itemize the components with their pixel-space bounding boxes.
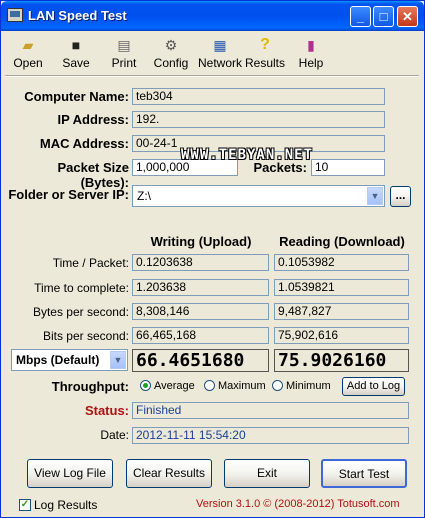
- toolbar-separator: [5, 75, 419, 77]
- reading-header: Reading (Download): [279, 234, 405, 249]
- date-label: Date:: [100, 428, 129, 442]
- title-bar[interactable]: LAN Speed Test _ □ ✕: [1, 1, 424, 31]
- radio-unselected-icon: [272, 380, 283, 391]
- status-field: Finished: [132, 402, 409, 419]
- read-time-to-complete: 1.0539821: [274, 279, 409, 296]
- bits-per-second-label: Bits per second:: [42, 329, 129, 343]
- toolbar-config-label: Config: [153, 56, 189, 70]
- maximize-button[interactable]: □: [373, 6, 394, 27]
- time-to-complete-label: Time to complete:: [34, 281, 129, 295]
- date-field: 2012-11-11 15:54:20: [132, 427, 409, 444]
- help-book-icon: ▮: [307, 37, 315, 53]
- toolbar-open-label: Open: [13, 56, 43, 70]
- log-results-checkbox[interactable]: ✓: [19, 499, 31, 511]
- read-bytes-per-second: 9,487,827: [274, 303, 409, 320]
- read-speed-result: 75.9026160: [274, 349, 409, 372]
- app-window: LAN Speed Test _ □ ✕ ▰ Open ■ Save ▤ Pri…: [0, 0, 425, 518]
- toolbar-config-button[interactable]: ⚙ Config: [148, 34, 194, 74]
- folder-server-combo[interactable]: Z:\ ▼: [132, 185, 385, 207]
- packet-size-label: Packet Size (Bytes):: [57, 160, 129, 190]
- window-title: LAN Speed Test: [28, 8, 127, 23]
- version-text: Version 3.1.0 © (2008-2012) Totusoft.com: [196, 498, 400, 510]
- ip-address-label: IP Address:: [57, 112, 129, 127]
- write-speed-result: 66.4651680: [132, 349, 269, 372]
- config-icon: ⚙: [164, 37, 178, 53]
- ip-address-field: 192.: [132, 111, 385, 128]
- browse-button[interactable]: ...: [390, 186, 411, 207]
- toolbar: ▰ Open ■ Save ▤ Print ⚙ Config ▦ Network…: [5, 34, 419, 74]
- writing-header: Writing (Upload): [150, 234, 252, 249]
- folder-server-label: Folder or Server IP:: [8, 187, 129, 202]
- network-icon: ▦: [213, 37, 227, 53]
- toolbar-save-button[interactable]: ■ Save: [53, 34, 99, 74]
- throughput-maximum-label: Maximum: [218, 380, 266, 392]
- toolbar-save-label: Save: [62, 56, 90, 70]
- close-button[interactable]: ✕: [397, 6, 418, 27]
- toolbar-results-label: Results: [244, 56, 285, 70]
- floppy-disk-icon: ■: [71, 37, 81, 53]
- log-results-label: Log Results: [34, 498, 98, 512]
- radio-selected-icon: [140, 380, 151, 391]
- read-bits-per-second: 75,902,616: [274, 327, 409, 344]
- minimize-button[interactable]: _: [350, 6, 371, 27]
- mac-address-label: MAC Address:: [39, 136, 129, 151]
- write-bits-per-second: 66,465,168: [132, 327, 269, 344]
- toolbar-print-label: Print: [111, 56, 137, 70]
- throughput-maximum-radio[interactable]: Maximum: [204, 380, 266, 392]
- app-icon: [7, 8, 23, 22]
- toolbar-print-button[interactable]: ▤ Print: [101, 34, 147, 74]
- open-folder-icon: ▰: [22, 37, 34, 53]
- time-per-packet-label: Time / Packet:: [52, 256, 129, 270]
- toolbar-open-button[interactable]: ▰ Open: [5, 34, 51, 74]
- throughput-average-radio[interactable]: Average: [140, 380, 195, 392]
- toolbar-results-button[interactable]: ? Results: [242, 34, 288, 74]
- computer-name-field: teb304: [132, 88, 385, 105]
- toolbar-help-button[interactable]: ▮ Help: [288, 34, 334, 74]
- status-label: Status:: [84, 403, 129, 418]
- bytes-per-second-label: Bytes per second:: [32, 305, 129, 319]
- close-icon: ✕: [402, 9, 413, 24]
- throughput-minimum-label: Minimum: [286, 380, 331, 392]
- chevron-down-icon[interactable]: ▼: [367, 187, 383, 205]
- add-to-log-button[interactable]: Add to Log: [342, 377, 405, 396]
- unit-select[interactable]: Mbps (Default) ▼: [11, 349, 128, 371]
- chevron-down-icon[interactable]: ▼: [110, 351, 126, 369]
- write-time-per-packet: 0.1203638: [132, 254, 269, 271]
- toolbar-network-button[interactable]: ▦ Network: [195, 34, 245, 74]
- exit-button[interactable]: Exit: [224, 459, 310, 488]
- write-bytes-per-second: 8,308,146: [132, 303, 269, 320]
- packets-input[interactable]: 10: [311, 159, 385, 176]
- clear-results-button[interactable]: Clear Results: [126, 459, 212, 488]
- maximize-icon: □: [379, 9, 388, 24]
- folder-server-value: Z:\: [137, 189, 151, 203]
- printer-icon: ▤: [117, 37, 131, 53]
- write-time-to-complete: 1.203638: [132, 279, 269, 296]
- question-icon: ?: [260, 36, 270, 53]
- unit-select-value: Mbps (Default): [16, 353, 100, 367]
- computer-name-label: Computer Name:: [24, 89, 129, 104]
- toolbar-network-label: Network: [197, 56, 242, 70]
- minimize-icon: _: [356, 9, 365, 24]
- throughput-average-label: Average: [154, 380, 195, 392]
- toolbar-help-label: Help: [298, 56, 324, 70]
- checkmark-icon: ✓: [20, 499, 30, 510]
- throughput-label: Throughput:: [51, 379, 129, 394]
- throughput-minimum-radio[interactable]: Minimum: [272, 380, 331, 392]
- read-time-per-packet: 0.1053982: [274, 254, 409, 271]
- watermark-text: WWW.TEBYAN.NET: [181, 147, 314, 163]
- start-test-button[interactable]: Start Test: [321, 459, 407, 488]
- view-log-file-button[interactable]: View Log File: [27, 459, 113, 488]
- radio-unselected-icon: [204, 380, 215, 391]
